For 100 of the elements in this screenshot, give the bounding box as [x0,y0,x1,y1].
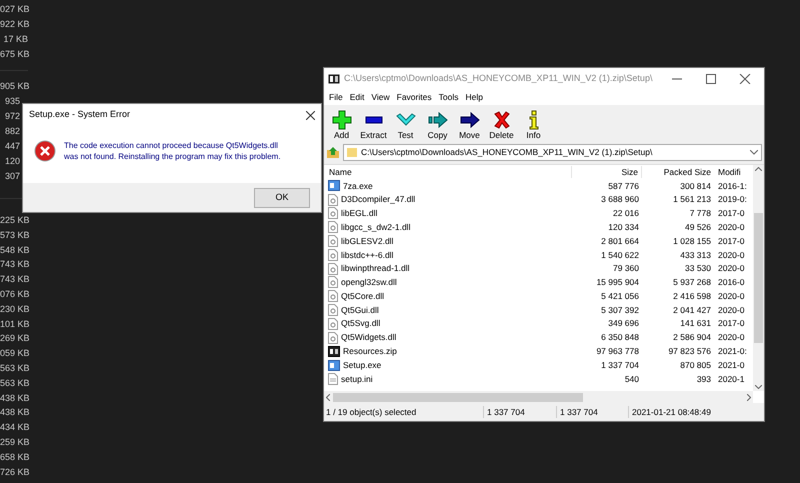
toolbar-button[interactable]: Move [454,110,485,140]
size-cell-text: 15 995 904 [595,276,640,289]
file-name[interactable]: opengl32sw.dll [341,276,397,289]
size-cell-text: 2 801 664 [600,234,640,248]
modified-cell-text: 2020-0 [717,331,746,344]
status-text: 2021-01-21 08:48:49 [631,406,711,418]
file-size-text: 726 KB [0,466,28,479]
column-header[interactable]: Packed Size [642,166,714,178]
file-size-text: 230 KB [0,302,28,316]
size-cell-text: 120 334 [607,220,640,234]
file-name[interactable]: Qt5Svg.dll [341,317,380,330]
file-size-text: 059 KB [0,347,28,360]
file-name[interactable]: 7za.exe [343,180,373,192]
toolbar-button[interactable]: Info [518,110,549,140]
file-size-text: 658 KB [0,450,28,464]
vertical-scrollbar[interactable] [753,165,764,391]
modified-cell-text: 2020-0 [717,248,746,262]
menu-item[interactable]: Favorites [394,90,435,104]
packed-size-cell-text: 300 814 [679,180,712,192]
file-name[interactable]: Setup.exe [343,358,382,372]
archive-icon [328,346,340,357]
ok-button[interactable]: OK [254,188,310,208]
file-name[interactable]: libwinpthread-1.dll [341,262,410,276]
packed-size-cell-text: 393 [696,372,712,386]
scrollbar-thumb[interactable] [333,392,583,402]
packed-size-cell-text: 7 778 [688,207,712,220]
file-gear-icon [328,207,338,220]
file-name[interactable]: Qt5Gui.dll [341,304,379,316]
size-cell-text: 1 540 622 [600,248,640,262]
chevron-up-icon[interactable] [755,167,762,171]
packed-size-cell-text: 2 041 427 [672,304,712,316]
column-header[interactable]: Size [572,166,642,178]
toolbar-button[interactable]: Extract [358,110,389,140]
menu-item[interactable]: View [368,90,393,104]
toolbar-button[interactable]: Delete [486,110,517,140]
toolbar-button[interactable]: Test [390,110,421,140]
file-gear-icon [328,235,338,248]
modified-cell-text: 2020-0 [717,290,746,303]
file-size-text: 259 KB [0,436,28,449]
file-gear-icon [328,276,338,288]
file-name[interactable]: libgcc_s_dw2-1.dll [341,220,410,234]
modified-cell-text: 2016-0 [717,276,746,289]
program-icon [328,180,340,192]
chevron-down-icon[interactable] [755,385,762,389]
error-message: The code execution cannot proceed because Qt5Widgets.dll was not found. Reinstalling the program may fix this problem. [64,140,282,162]
file-size-text: 438 KB [0,392,28,405]
chevron-left-icon[interactable] [326,394,330,400]
cross-icon [492,110,512,130]
scrollbar-thumb[interactable] [754,213,763,343]
menu-item[interactable]: Help [462,90,486,104]
status-text: 1 337 704 [484,406,557,418]
file-name[interactable]: Resources.zip [343,345,397,358]
menu-item[interactable]: Tools [436,90,462,104]
toolbar-button[interactable]: Add [326,110,357,140]
column-header[interactable]: Name [324,166,572,178]
plus-icon [332,110,352,130]
size-cell-text: 79 360 [612,262,640,276]
file-name[interactable]: Qt5Core.dll [341,290,384,303]
packed-size-cell-text: 433 313 [679,248,712,262]
file-name[interactable]: Qt5Widgets.dll [341,331,396,344]
status-text: 1 337 704 [557,406,629,418]
file-gear-icon [328,221,338,234]
folder-icon [347,147,357,157]
size-cell-text: 587 776 [607,180,640,192]
modified-cell-text: 2020-0 [717,304,746,316]
up-folder-icon[interactable] [326,145,340,159]
modified-cell-text: 2020-0 [717,262,746,276]
file-size-text: 447 [4,140,21,153]
arrow-right-icon [460,110,480,130]
file-gear-icon [328,304,338,316]
file-name[interactable]: libstdc++-6.dll [341,248,394,262]
menu-item[interactable]: Edit [346,90,368,104]
file-name[interactable]: D3Dcompiler_47.dll [341,193,416,206]
menu-item[interactable]: File [326,90,346,104]
file-name[interactable]: libEGL.dll [341,207,378,220]
size-cell-text: 5 307 392 [600,304,640,316]
file-size-text: 675 KB [0,48,28,61]
file-size-text: 438 KB [0,406,28,420]
file-name[interactable]: setup.ini [341,372,373,386]
file-name[interactable]: libGLESV2.dll [341,234,394,248]
close-icon[interactable] [306,110,315,120]
modified-cell-text: 2020-1 [717,372,746,386]
file-size-text: 573 KB [0,228,28,242]
chevron-right-icon[interactable] [747,394,751,400]
packed-size-cell-text: 2 416 598 [672,290,712,303]
file-size-text: 905 KB [0,80,28,93]
file-gear-icon [328,248,338,261]
program-icon [328,360,340,371]
file-size-text: 101 KB [0,318,28,331]
modified-cell-text: 2017-0 [717,234,746,248]
column-header[interactable]: Modifi [714,166,752,178]
chevron-down-icon[interactable] [750,150,758,154]
file-size-text: 269 KB [0,332,28,346]
address-field[interactable]: C:\Users\cptmo\Downloads\AS_HONEYCOMB_XP11_WIN_V2 (1).zip\Setup\ [343,144,762,160]
packed-size-cell-text: 49 526 [684,220,712,234]
file-size-text: 563 KB [0,362,28,375]
file-size-text: 027 KB [0,3,28,16]
toolbar-button[interactable]: Copy [422,110,453,140]
packed-size-cell-text: 1 561 213 [672,193,712,206]
horizontal-scrollbar[interactable] [324,391,753,403]
